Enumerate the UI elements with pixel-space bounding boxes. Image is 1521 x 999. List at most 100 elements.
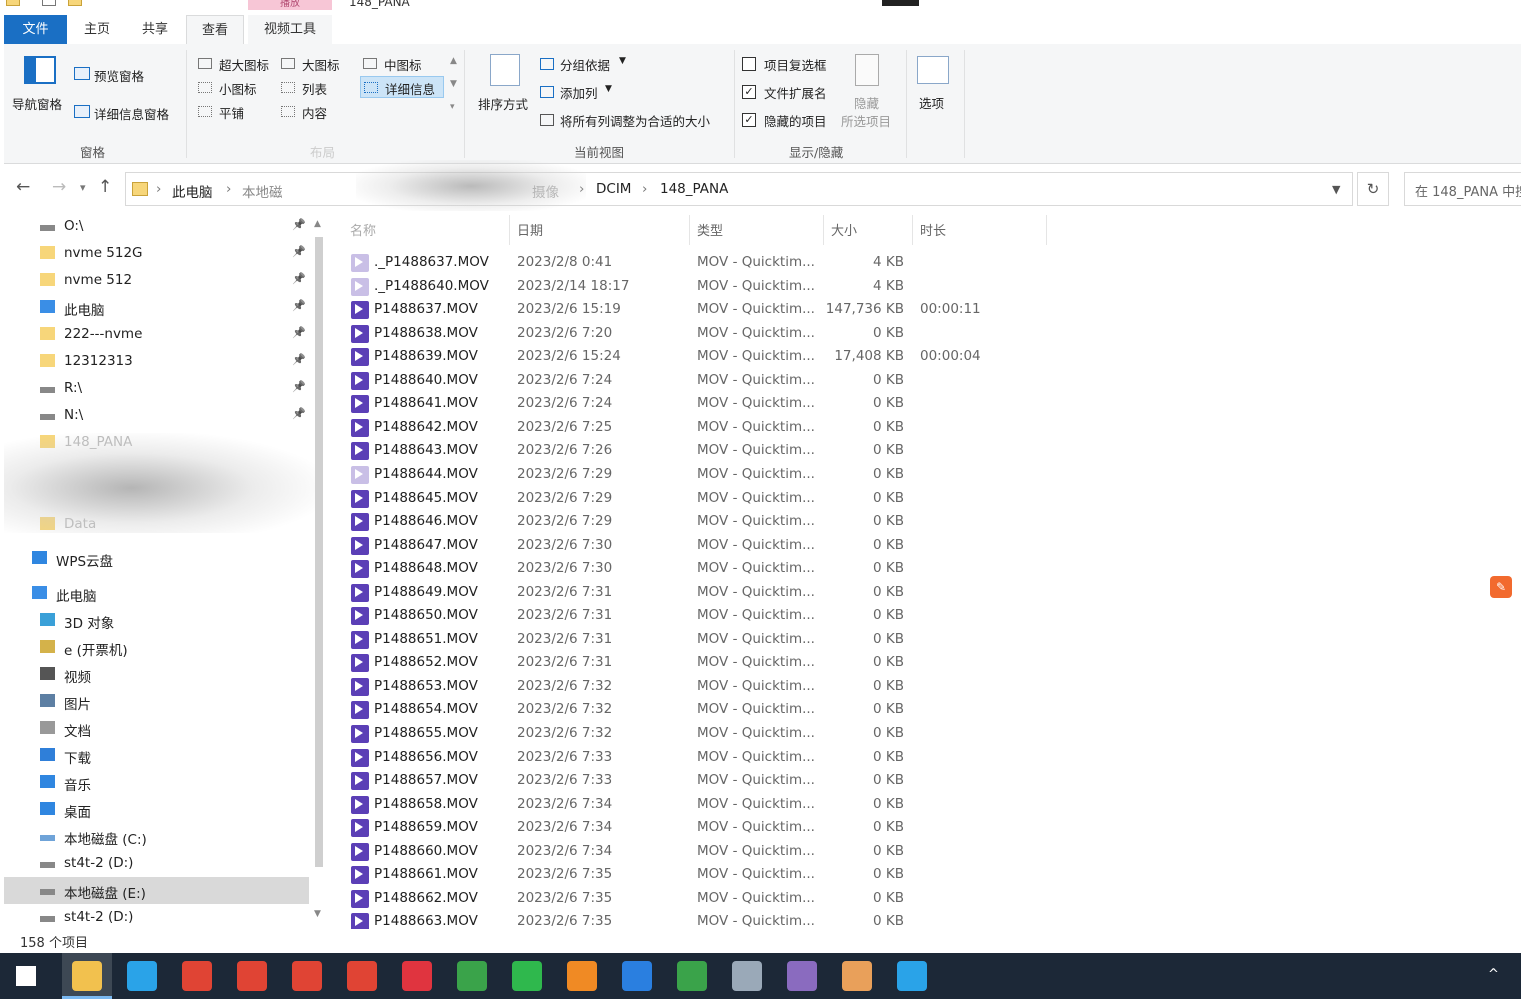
pin-icon[interactable]: 📌 <box>292 326 306 339</box>
feishu-icon[interactable] <box>622 961 652 991</box>
layout-expand-icon[interactable]: ▾ <box>450 102 455 112</box>
fit-columns-button[interactable]: 将所有列调整为合适的大小 <box>560 111 710 130</box>
breadcrumb-dcim[interactable]: DCIM <box>596 181 631 197</box>
edge-icon[interactable] <box>127 961 157 991</box>
breadcrumb-148-pana[interactable]: 148_PANA <box>660 181 728 197</box>
tab-share[interactable]: 共享 <box>128 15 182 44</box>
pin-icon[interactable]: 📌 <box>292 272 306 285</box>
nav-item[interactable]: e (开票机) <box>4 634 309 661</box>
column-divider[interactable] <box>823 215 824 245</box>
column-header-type[interactable]: 类型 <box>697 220 723 239</box>
file-row[interactable]: P1488639.MOV 2023/2/6 15:24 MOV - Quicktim… <box>346 345 1286 369</box>
scroll-down-icon[interactable]: ▼ <box>314 909 321 919</box>
column-header-size[interactable]: 大小 <box>831 220 857 239</box>
pin-icon[interactable]: 📌 <box>292 380 306 393</box>
file-row[interactable]: P1488638.MOV 2023/2/6 7:20 MOV - Quicktim.… <box>346 322 1286 346</box>
nav-item[interactable]: WPS云盘 <box>4 545 309 572</box>
nav-item[interactable]: 此电脑 <box>4 580 309 607</box>
nav-item[interactable]: 文档 <box>4 715 309 742</box>
file-row[interactable]: P1488645.MOV 2023/2/6 7:29 MOV - Quicktim.… <box>346 487 1286 511</box>
recent-chevron-down-icon[interactable]: ▾ <box>80 181 86 194</box>
pin-icon[interactable]: 📌 <box>292 407 306 420</box>
column-header-name[interactable]: 名称 <box>350 220 376 239</box>
jar-app-icon[interactable] <box>842 961 872 991</box>
nav-item[interactable]: 下载 <box>4 742 309 769</box>
group-by-button[interactable]: 分组依据 <box>560 55 610 74</box>
quick-access-checkmark-icon[interactable] <box>42 0 56 6</box>
tab-home[interactable]: 主页 <box>70 15 124 44</box>
file-row[interactable]: P1488658.MOV 2023/2/6 7:34 MOV - Quicktim.… <box>346 793 1286 817</box>
pin-icon[interactable]: 📌 <box>292 218 306 231</box>
nav-item[interactable]: 3D 对象 <box>4 607 309 634</box>
browser-app-icon[interactable] <box>897 961 927 991</box>
layout-list[interactable]: 列表 <box>302 79 327 98</box>
nav-item[interactable]: 视频 <box>4 661 309 688</box>
nav-item[interactable]: 桌面 <box>4 796 309 823</box>
file-row[interactable]: P1488657.MOV 2023/2/6 7:33 MOV - Quicktim.… <box>346 769 1286 793</box>
nav-item[interactable]: 本地磁盘 (E:) <box>4 877 309 904</box>
address-bar[interactable]: › 此电脑 › 本地磁 摄像 › DCIM › 148_PANA ▼ <box>125 172 1353 206</box>
address-dropdown-chevron-icon[interactable]: ▼ <box>1332 183 1340 196</box>
tray-chevron-up-icon[interactable]: ^ <box>1488 967 1499 982</box>
layout-medium-icons[interactable]: 中图标 <box>384 55 422 74</box>
file-row[interactable]: P1488662.MOV 2023/2/6 7:35 MOV - Quicktim.… <box>346 887 1286 911</box>
add-column-button[interactable]: 添加列 <box>560 83 598 102</box>
quick-access-folder-icon[interactable] <box>6 0 20 6</box>
file-ext-label[interactable]: 文件扩展名 <box>764 83 827 102</box>
breadcrumb-separator-icon[interactable]: › <box>226 181 231 197</box>
breadcrumb-separator-icon[interactable]: › <box>642 181 647 197</box>
file-row[interactable]: P1488644.MOV 2023/2/6 7:29 MOV - Quicktim.… <box>346 463 1286 487</box>
nav-item[interactable]: N:\ 📌 <box>4 402 309 429</box>
file-row[interactable]: P1488640.MOV 2023/2/6 7:24 MOV - Quicktim.… <box>346 369 1286 393</box>
file-row[interactable]: P1488643.MOV 2023/2/6 7:26 MOV - Quicktim.… <box>346 439 1286 463</box>
options-button[interactable]: 选项 <box>919 93 944 112</box>
back-arrow-icon[interactable]: ← <box>16 177 30 197</box>
quick-access-new-folder-icon[interactable] <box>68 0 82 6</box>
file-row[interactable]: P1488648.MOV 2023/2/6 7:30 MOV - Quicktim.… <box>346 557 1286 581</box>
layout-tiles[interactable]: 平铺 <box>219 103 244 122</box>
nav-item[interactable]: R:\ 📌 <box>4 375 309 402</box>
column-header-duration[interactable]: 时长 <box>920 220 946 239</box>
file-row[interactable]: P1488659.MOV 2023/2/6 7:34 MOV - Quicktim.… <box>346 816 1286 840</box>
file-row[interactable]: P1488654.MOV 2023/2/6 7:32 MOV - Quicktim.… <box>346 698 1286 722</box>
hex-editor-icon[interactable] <box>787 961 817 991</box>
preview-pane-button[interactable]: 预览窗格 <box>94 66 144 85</box>
nav-pane-button[interactable]: 导航窗格 <box>12 94 62 113</box>
layout-content[interactable]: 内容 <box>302 103 327 122</box>
file-row[interactable]: P1488649.MOV 2023/2/6 7:31 MOV - Quicktim.… <box>346 581 1286 605</box>
file-row[interactable]: P1488637.MOV 2023/2/6 15:19 MOV - Quicktim… <box>346 298 1286 322</box>
layout-scroll-down-icon[interactable]: ▼ <box>450 79 457 89</box>
tab-video-tools[interactable]: 视频工具 <box>248 15 332 44</box>
pin-icon[interactable]: 📌 <box>292 299 306 312</box>
context-tab-play[interactable]: 播放 <box>248 0 332 10</box>
column-header-date[interactable]: 日期 <box>517 220 543 239</box>
network-app-icon[interactable] <box>457 961 487 991</box>
drive-app-icon[interactable] <box>732 961 762 991</box>
details-pane-button[interactable]: 详细信息窗格 <box>94 104 169 123</box>
nav-item[interactable]: 12312313 📌 <box>4 348 309 375</box>
file-row[interactable]: ._P1488640.MOV 2023/2/14 18:17 MOV - Quick… <box>346 275 1286 299</box>
hide-selected-button[interactable]: 隐藏 <box>854 93 879 112</box>
layout-large-icons[interactable]: 大图标 <box>302 55 340 74</box>
file-row[interactable]: P1488656.MOV 2023/2/6 7:33 MOV - Quicktim.… <box>346 746 1286 770</box>
scroll-up-icon[interactable]: ▲ <box>314 219 321 229</box>
pin-icon[interactable]: 📌 <box>292 245 306 258</box>
hidden-items-label[interactable]: 隐藏的项目 <box>764 111 827 130</box>
up-arrow-icon[interactable]: ↑ <box>98 177 112 197</box>
file-row[interactable]: P1488663.MOV 2023/2/6 7:35 MOV - Quicktim.… <box>346 910 1286 929</box>
column-divider[interactable] <box>912 215 913 245</box>
pdf-app-icon[interactable] <box>292 961 322 991</box>
item-checkbox-label[interactable]: 项目复选框 <box>764 55 827 74</box>
nav-pane-icon[interactable] <box>24 56 56 84</box>
file-row[interactable]: P1488646.MOV 2023/2/6 7:29 MOV - Quicktim.… <box>346 510 1286 534</box>
nav-item[interactable]: st4t-2 (D:) <box>4 904 309 929</box>
column-divider[interactable] <box>509 215 510 245</box>
file-row[interactable]: P1488660.MOV 2023/2/6 7:34 MOV - Quicktim.… <box>346 840 1286 864</box>
nav-item[interactable]: 图片 <box>4 688 309 715</box>
wechat-icon[interactable] <box>512 961 542 991</box>
file-row[interactable]: P1488641.MOV 2023/2/6 7:24 MOV - Quicktim.… <box>346 392 1286 416</box>
office-app-icon[interactable] <box>567 961 597 991</box>
file-explorer-icon[interactable] <box>72 961 102 991</box>
floating-app-badge-icon[interactable]: ✎ <box>1490 576 1512 598</box>
file-row[interactable]: P1488650.MOV 2023/2/6 7:31 MOV - Quicktim.… <box>346 604 1286 628</box>
